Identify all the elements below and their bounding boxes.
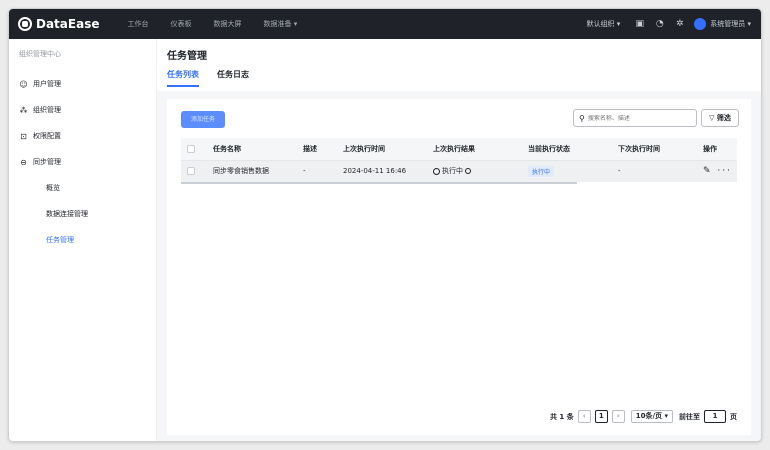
lock-icon: ⊡ — [20, 131, 27, 141]
search-input[interactable] — [587, 114, 688, 122]
top-navbar: DataEase 工作台 仪表板 数据大屏 数据准备 ▾ 默认组织 ▾ ▣ ◔ … — [9, 9, 761, 39]
row-select-cell — [181, 160, 207, 182]
goto-label: 前往至 — [679, 412, 700, 421]
app-name: DataEase — [36, 17, 100, 31]
loading-icon — [465, 168, 471, 175]
task-status-cell: 执行中 — [522, 160, 612, 182]
sidebar-item-sync[interactable]: ⊖ 同步管理 — [9, 149, 156, 175]
main-content: 任务管理 任务列表 任务日志 添加任务 ⚲ ▽ 筛选 任务名称 描述 上次执 — [157, 39, 761, 441]
prev-page-button[interactable]: ‹ — [577, 410, 591, 423]
top-nav: 工作台 仪表板 数据大屏 数据准备 ▾ — [127, 19, 319, 29]
task-last-result: 执行中 — [442, 167, 463, 176]
goto-page-input[interactable]: 1 — [704, 410, 726, 423]
sidebar-item-label: 权限配置 — [33, 132, 61, 140]
nav-item-screen[interactable]: 数据大屏 — [213, 19, 241, 29]
sidebar-header: 组织管理中心 — [19, 50, 61, 58]
nav-item-dashboard[interactable]: 仪表板 — [170, 19, 191, 29]
total-count: 共 1 条 — [550, 412, 574, 421]
pagination: 共 1 条 ‹ 1 › 10条/页 ▾ 前往至 1 页 — [550, 410, 737, 423]
page-size-select[interactable]: 10条/页 ▾ — [630, 410, 673, 423]
col-name[interactable]: 任务名称 — [207, 138, 297, 161]
tab-task-log[interactable]: 任务日志 — [217, 69, 249, 87]
col-status[interactable]: 当前执行状态 — [522, 138, 612, 161]
app-window: DataEase 工作台 仪表板 数据大屏 数据准备 ▾ 默认组织 ▾ ▣ ◔ … — [8, 8, 762, 442]
sidebar-item-label: 组织管理 — [33, 106, 61, 114]
add-task-button[interactable]: 添加任务 — [181, 111, 225, 128]
running-icon — [433, 167, 440, 175]
org-icon: ⁂ — [19, 105, 28, 115]
tabs: 任务列表 任务日志 — [167, 69, 751, 87]
nav-item-workbench[interactable]: 工作台 — [127, 19, 148, 29]
col-desc[interactable]: 描述 — [297, 138, 337, 161]
task-desc: - — [297, 160, 337, 182]
filter-button[interactable]: ▽ 筛选 — [701, 109, 739, 127]
logo-icon — [18, 17, 32, 31]
sidebar-item-org[interactable]: ⁂ 组织管理 — [9, 97, 156, 123]
nav-item-data-prep[interactable]: 数据准备 ▾ — [263, 19, 297, 29]
sidebar: 组织管理中心 ☺ 用户管理 ⁂ 组织管理 ⊡ 权限配置 ⊖ 同步管理 概览 数据… — [9, 39, 157, 441]
task-last-result-cell: 执行中 — [427, 160, 522, 182]
next-page-button[interactable]: › — [611, 410, 625, 423]
sidebar-item-permissions[interactable]: ⊡ 权限配置 — [9, 123, 156, 149]
task-table: 任务名称 描述 上次执行时间 上次执行结果 当前执行状态 下次执行时间 操作 同… — [181, 138, 737, 182]
search-box[interactable]: ⚲ — [573, 109, 697, 127]
col-next-time[interactable]: 下次执行时间 — [612, 138, 697, 161]
sidebar-subitem-connections[interactable]: 数据连接管理 — [9, 201, 156, 227]
page-1-button[interactable]: 1 — [594, 410, 608, 423]
sidebar-subitem-overview[interactable]: 概览 — [9, 175, 156, 201]
sidebar-item-label: 同步管理 — [33, 158, 61, 166]
row-checkbox[interactable] — [187, 167, 195, 176]
avatar[interactable] — [694, 18, 707, 30]
table-row[interactable]: 同步零食销售数据 - 2024-04-11 16:46 执行中 执行中 - ✎ … — [181, 160, 737, 182]
tab-task-list[interactable]: 任务列表 — [167, 69, 199, 87]
select-all-checkbox[interactable] — [187, 144, 195, 153]
app-logo[interactable]: DataEase — [18, 17, 99, 31]
user-menu[interactable]: 系统管理员 ▾ — [710, 19, 751, 29]
download-icon[interactable]: ▣ — [634, 19, 645, 30]
goto-suffix: 页 — [730, 412, 737, 421]
col-actions: 操作 — [697, 138, 737, 161]
select-all-cell — [181, 138, 207, 161]
search-icon: ⚲ — [579, 113, 585, 123]
org-switcher[interactable]: 默认组织 ▾ — [587, 19, 621, 29]
task-next-time: - — [612, 160, 697, 182]
sync-icon: ⊖ — [20, 157, 27, 167]
status-badge: 执行中 — [528, 165, 555, 177]
task-card: 添加任务 ⚲ ▽ 筛选 任务名称 描述 上次执行时间 上次执行结果 当前执行状态… — [167, 99, 751, 435]
page-title: 任务管理 — [167, 51, 207, 62]
task-last-time: 2024-04-11 16:46 — [337, 160, 427, 182]
help-icon[interactable]: ◔ — [654, 19, 665, 30]
col-last-result[interactable]: 上次执行结果 — [427, 138, 522, 161]
sidebar-item-label: 用户管理 — [33, 80, 61, 88]
top-right-tools: 默认组织 ▾ ▣ ◔ ✲ 系统管理员 ▾ — [587, 9, 751, 39]
task-name[interactable]: 同步零食销售数据 — [207, 160, 297, 182]
sidebar-subitem-tasks[interactable]: 任务管理 — [9, 227, 156, 253]
task-actions: ✎ ··· — [697, 160, 737, 182]
sidebar-item-users[interactable]: ☺ 用户管理 — [9, 71, 156, 97]
col-last-time[interactable]: 上次执行时间 — [337, 138, 427, 161]
table-header-row: 任务名称 描述 上次执行时间 上次执行结果 当前执行状态 下次执行时间 操作 — [181, 138, 737, 161]
page-header: 任务管理 任务列表 任务日志 — [157, 39, 761, 91]
horizontal-scrollbar[interactable] — [181, 182, 577, 184]
user-icon: ☺ — [19, 79, 28, 89]
settings-icon[interactable]: ✲ — [674, 19, 685, 30]
edit-more-actions[interactable]: ✎ ··· — [703, 166, 732, 176]
